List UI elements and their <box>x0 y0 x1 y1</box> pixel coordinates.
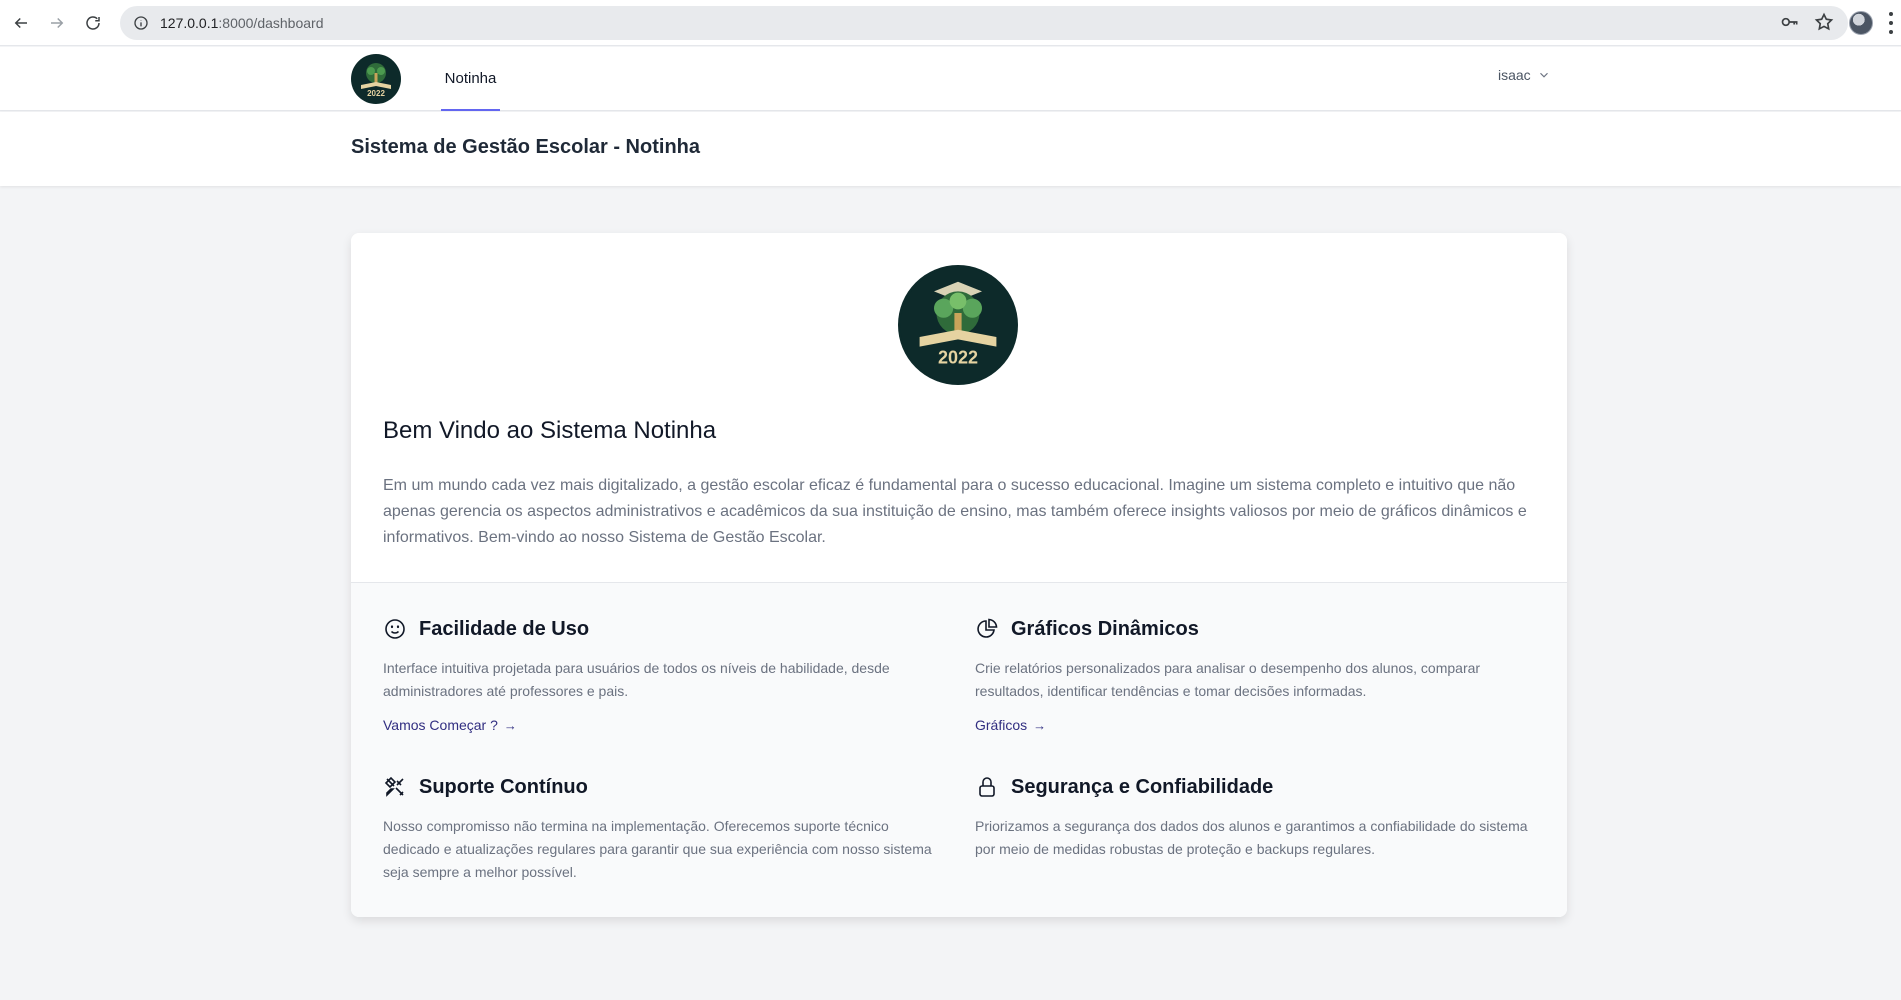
feature-title: Suporte Contínuo <box>419 775 588 798</box>
site-info-icon[interactable] <box>132 14 150 32</box>
start-link-label: Vamos Começar ? <box>383 717 498 733</box>
feature-description: Crie relatórios personalizados para anal… <box>975 660 1481 699</box>
reload-icon <box>86 16 100 30</box>
browser-toolbar: 127.0.0.1:8000/dashboard <box>0 0 1901 46</box>
smiley-icon <box>383 617 407 641</box>
reload-button[interactable] <box>75 5 111 41</box>
browser-profile-avatar[interactable] <box>1849 11 1873 35</box>
password-key-icon[interactable] <box>1780 12 1800 37</box>
welcome-section: 2022 Bem Vindo ao Sistema Notinha Em um … <box>351 233 1567 583</box>
feature-title: Segurança e Confiabilidade <box>1011 775 1274 798</box>
hero-logo: 2022 <box>898 265 1018 385</box>
forward-arrow-icon <box>51 17 64 29</box>
tools-icon <box>383 775 407 799</box>
page-title: Sistema de Gestão Escolar - Notinha <box>351 136 700 158</box>
feature-suporte: Suporte Contínuo Nosso compromisso não t… <box>383 775 943 884</box>
feature-graficos: Gráficos Dinâmicos Crie relatórios perso… <box>975 617 1535 735</box>
feature-description: Priorizamos a segurança dos dados dos al… <box>975 818 1528 857</box>
feature-description: Interface intuitiva projetada para usuár… <box>383 660 890 699</box>
url-text: 127.0.0.1:8000/dashboard <box>160 15 324 31</box>
app-navbar: 2022 Notinha isaac <box>0 47 1901 111</box>
bookmark-star-icon[interactable] <box>1814 12 1834 37</box>
notinha-logo[interactable]: 2022 <box>351 54 401 104</box>
user-name: isaac <box>1498 67 1531 83</box>
forward-button[interactable] <box>39 5 75 41</box>
address-bar[interactable]: 127.0.0.1:8000/dashboard <box>120 6 1848 40</box>
features-grid: Facilidade de Uso Interface intuitiva pr… <box>351 583 1567 917</box>
arrow-right-icon: → <box>503 717 517 733</box>
graficos-link[interactable]: Gráficos → <box>975 717 1046 733</box>
hero-logo-year: 2022 <box>938 347 978 367</box>
page-header: Sistema de Gestão Escolar - Notinha <box>0 112 1901 186</box>
intro-paragraph: Em um mundo cada vez mais digitalizado, … <box>383 477 1527 546</box>
back-arrow-icon <box>14 17 27 29</box>
lock-icon <box>975 775 999 799</box>
nav-tab-notinha[interactable]: Notinha <box>441 47 500 111</box>
back-button[interactable] <box>3 5 39 41</box>
feature-seguranca: Segurança e Confiabilidade Priorizamos a… <box>975 775 1535 861</box>
pie-chart-icon <box>975 617 999 641</box>
welcome-title: Bem Vindo ao Sistema Notinha <box>383 417 717 444</box>
start-link[interactable]: Vamos Começar ? → <box>383 717 517 733</box>
svg-text:2022: 2022 <box>367 89 385 98</box>
welcome-card: 2022 Bem Vindo ao Sistema Notinha Em um … <box>351 233 1567 917</box>
arrow-right-icon: → <box>1033 717 1047 733</box>
user-menu-dropdown[interactable]: isaac <box>1498 67 1551 83</box>
feature-description: Nosso compromisso não termina na impleme… <box>383 818 932 880</box>
graficos-link-label: Gráficos <box>975 717 1028 733</box>
feature-title: Facilidade de Uso <box>419 617 590 640</box>
feature-facilidade: Facilidade de Uso Interface intuitiva pr… <box>383 617 943 735</box>
browser-menu-icon[interactable] <box>1888 12 1894 34</box>
chevron-down-icon <box>1539 72 1548 78</box>
feature-title: Gráficos Dinâmicos <box>1011 617 1199 640</box>
